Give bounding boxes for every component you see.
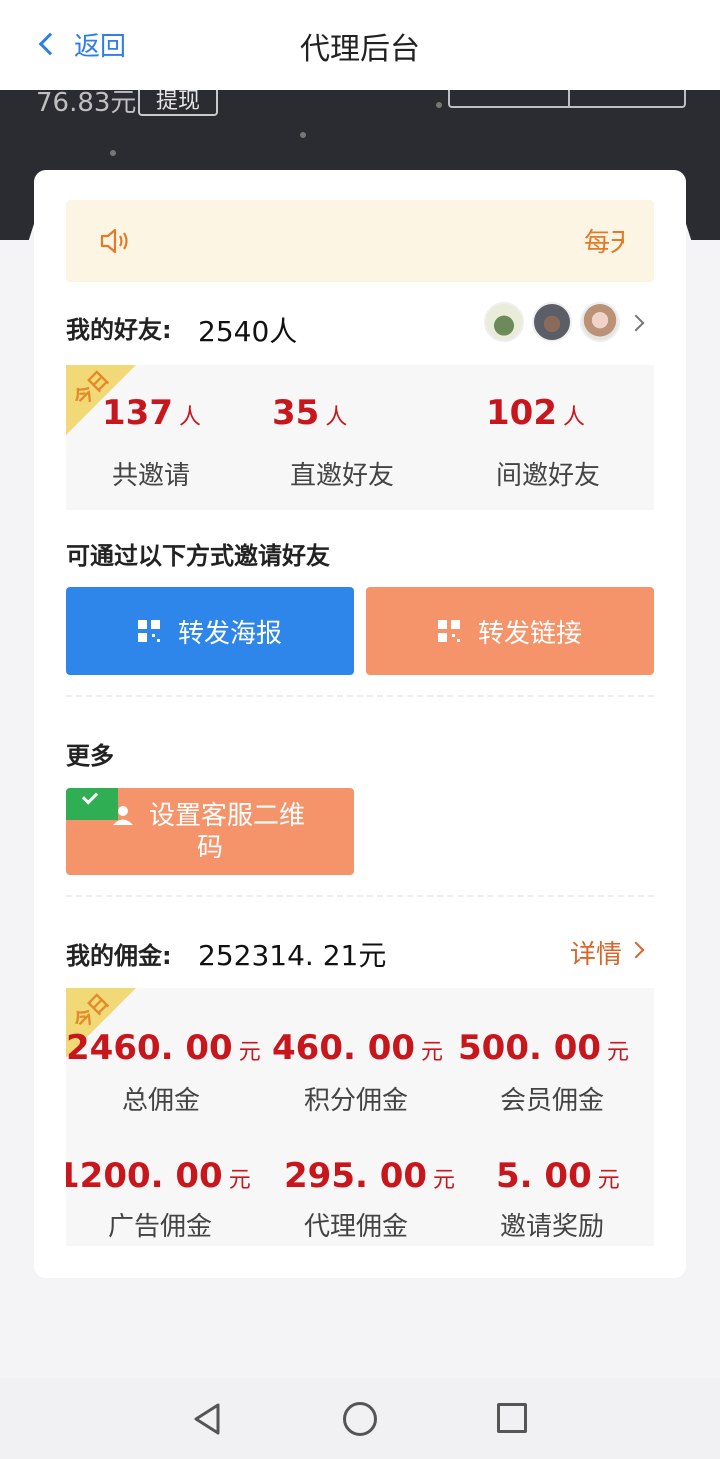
notice-text: 每天 [584,228,624,258]
decor-dot [110,150,116,156]
more-title: 更多 [66,742,114,770]
qr-code-icon [137,620,160,642]
nav-home-icon[interactable] [343,1402,377,1436]
qr-code-icon [437,620,460,642]
stat-label: 共邀请 [112,461,191,491]
stat-value: 295. 00 元 [284,1156,456,1196]
stat-label: 间邀好友 [496,461,601,491]
divider [66,895,654,897]
avatar[interactable] [484,302,524,342]
divider [66,695,654,697]
notice-bar[interactable] [66,200,654,282]
page-title: 代理后台 [300,32,420,67]
commission-total: 252314. 21元 [198,939,387,972]
set-qr-label-line1: 设置客服二维 [148,800,305,831]
stat-value: 102 人 [486,393,585,433]
stat-value: 2460. 00 元 [66,1028,261,1068]
top-app-bar: 返回 代理后台 [0,0,720,90]
stat-value: 1200. 00 元 [66,1156,251,1196]
stat-label: 直邀好友 [290,461,395,491]
stat-label: 会员佣金 [500,1086,605,1116]
share-link-button[interactable]: 转发链接 [366,587,654,675]
stat-value: 460. 00 元 [272,1028,444,1068]
check-icon [81,788,99,805]
friends-today-stats: 今日 137 人 共邀请 35 人 直邀好友 102 人 间邀好友 [66,365,654,510]
stat-value: 35 人 [272,393,348,433]
friends-label: 我的好友: [66,316,172,344]
share-poster-button[interactable]: 转发海报 [66,587,354,675]
decor-dot [436,102,442,108]
avatar[interactable] [580,302,620,342]
commission-label: 我的佣金: [66,942,172,970]
stat-label: 总佣金 [122,1086,201,1116]
stat-label: 积分佣金 [304,1086,409,1116]
invite-title: 可通过以下方式邀请好友 [66,542,330,570]
stat-value: 137 人 [102,393,201,433]
stat-value: 500. 00 元 [458,1028,630,1068]
decor-dot [300,132,306,138]
share-link-label: 转发链接 [477,618,582,649]
share-poster-label: 转发海报 [177,618,282,649]
commission-detail-link[interactable]: 详情 [570,934,622,971]
nav-back-icon[interactable] [192,1402,222,1436]
stat-value: 5. 00 元 [496,1156,620,1196]
set-qr-label-line2: 码 [196,832,223,863]
stat-label: 邀请奖励 [500,1212,605,1242]
commission-today-stats: 今日 2460. 00 元 总佣金 460. 00 元 积分佣金 500. 00 元 … [66,988,654,1246]
speaker-icon [100,228,128,254]
person-icon [113,806,133,825]
friends-count: 2540人 [198,315,298,348]
nav-recent-apps-icon[interactable] [497,1403,527,1433]
stat-label: 代理佣金 [304,1212,409,1242]
selected-badge [66,788,118,820]
avatar[interactable] [532,302,572,342]
detail-label: 详情 [570,940,623,970]
stat-label: 广告佣金 [108,1212,213,1242]
